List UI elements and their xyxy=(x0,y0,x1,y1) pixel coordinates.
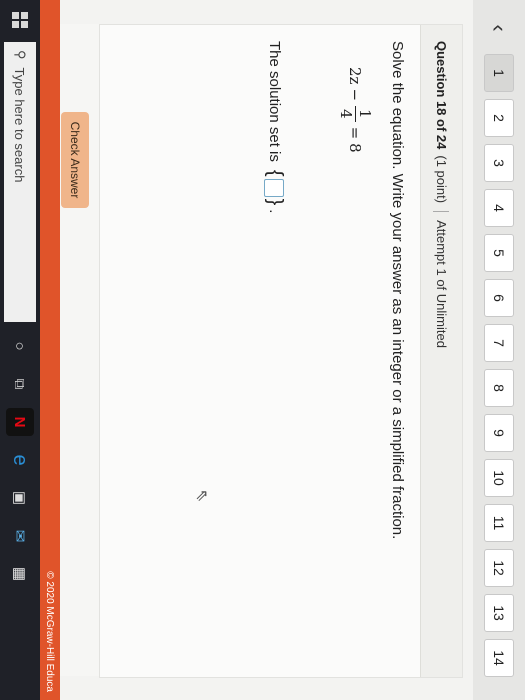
answer-line: The solution set is { } . xyxy=(263,41,286,213)
copyright-text: © 2020 McGraw-Hill Educa xyxy=(44,571,56,692)
equation-fraction: 1 4 xyxy=(337,106,374,122)
question-card: Question 18 of 24 (1 point) Attempt 1 of… xyxy=(99,24,463,678)
edge-icon[interactable]: e xyxy=(6,446,34,474)
question-number-11[interactable]: 11 xyxy=(484,504,514,542)
answer-input[interactable] xyxy=(264,178,285,197)
brace-close: } xyxy=(264,198,286,206)
check-answer-button[interactable]: Check Answer xyxy=(61,112,89,208)
question-number-5[interactable]: 5 xyxy=(484,234,514,272)
question-number-3[interactable]: 3 xyxy=(484,144,514,182)
task-view-icon[interactable]: ⧉ xyxy=(6,370,34,398)
question-number-14[interactable]: 14 xyxy=(484,639,514,677)
photos-icon[interactable]: ▦ xyxy=(6,560,34,588)
question-number-7[interactable]: 7 xyxy=(484,324,514,362)
screen: ‹ 1 2 3 4 5 6 7 8 9 10 11 12 13 14 Question 18 of 24 … xyxy=(0,0,525,700)
question-number-8[interactable]: 8 xyxy=(484,369,514,407)
fraction-numerator: 1 xyxy=(355,106,374,122)
answer-prompt: The solution set is xyxy=(266,41,283,162)
question-number-12[interactable]: 12 xyxy=(484,549,514,587)
question-title: Question 18 of 24 xyxy=(434,41,449,150)
cortana-icon[interactable]: ○ xyxy=(6,332,34,360)
question-number-list: 1 2 3 4 5 6 7 8 9 10 11 12 13 14 xyxy=(484,54,514,684)
attempt-counter: Attempt 1 of Unlimited xyxy=(434,220,449,348)
brace-open: { xyxy=(264,169,286,177)
fraction-denominator: 4 xyxy=(337,109,355,119)
store-icon[interactable]: ▣ xyxy=(6,484,34,512)
back-button[interactable]: ‹ xyxy=(483,12,515,44)
question-number-4[interactable]: 4 xyxy=(484,189,514,227)
header-divider xyxy=(433,211,450,213)
mail-icon[interactable]: ✉ xyxy=(6,522,34,550)
search-icon: ⚲ xyxy=(13,50,28,60)
question-points: (1 point) xyxy=(434,155,449,204)
answer-period: . xyxy=(266,209,283,214)
equation-equals: = xyxy=(346,126,365,140)
question-number-1[interactable]: 1 xyxy=(484,54,514,92)
question-number-2[interactable]: 2 xyxy=(484,99,514,137)
footer-bar: © 2020 McGraw-Hill Educa xyxy=(40,0,60,700)
question-navigation: ‹ 1 2 3 4 5 6 7 8 9 10 11 12 13 14 xyxy=(473,0,525,700)
netflix-icon[interactable]: N xyxy=(6,408,34,436)
mouse-cursor-icon: ⇖ xyxy=(193,489,210,503)
equation: 2z − 1 4 = 8 xyxy=(337,65,374,155)
taskbar-search-placeholder: Type here to search xyxy=(12,67,28,183)
question-number-6[interactable]: 6 xyxy=(484,279,514,317)
chevron-left-icon: ‹ xyxy=(487,24,512,32)
windows-icon[interactable] xyxy=(0,0,40,40)
taskbar-search[interactable]: ⚲ Type here to search xyxy=(4,42,36,322)
question-header: Question 18 of 24 (1 point) Attempt 1 of… xyxy=(420,25,462,677)
question-number-9[interactable]: 9 xyxy=(484,414,514,452)
equation-term-left: 2z xyxy=(346,67,365,85)
question-number-13[interactable]: 13 xyxy=(484,594,514,632)
equation-term-right: 8 xyxy=(346,143,365,153)
windows-taskbar: ⚲ Type here to search ○ ⧉ N e ▣ ✉ ▦ xyxy=(0,0,40,700)
equation-minus: − xyxy=(346,88,365,102)
question-number-10[interactable]: 10 xyxy=(484,459,514,497)
question-instructions: Solve the equation. Write your answer as… xyxy=(389,41,406,540)
